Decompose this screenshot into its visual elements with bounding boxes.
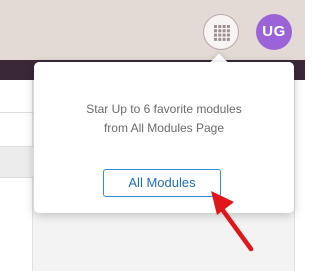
popover-message-line2: from All Modules Page	[103, 121, 225, 135]
popover-message-line1: Star Up to 6 favorite modules	[86, 102, 242, 116]
all-modules-button[interactable]: All Modules	[103, 169, 221, 197]
grid-dots-icon	[214, 25, 230, 41]
apps-menu-button[interactable]	[203, 14, 239, 50]
background-right-panel	[294, 80, 305, 271]
popover-message: Star Up to 6 favorite modules from All M…	[34, 100, 294, 138]
red-arrow-icon	[211, 191, 254, 252]
user-avatar[interactable]: UG	[256, 14, 292, 50]
